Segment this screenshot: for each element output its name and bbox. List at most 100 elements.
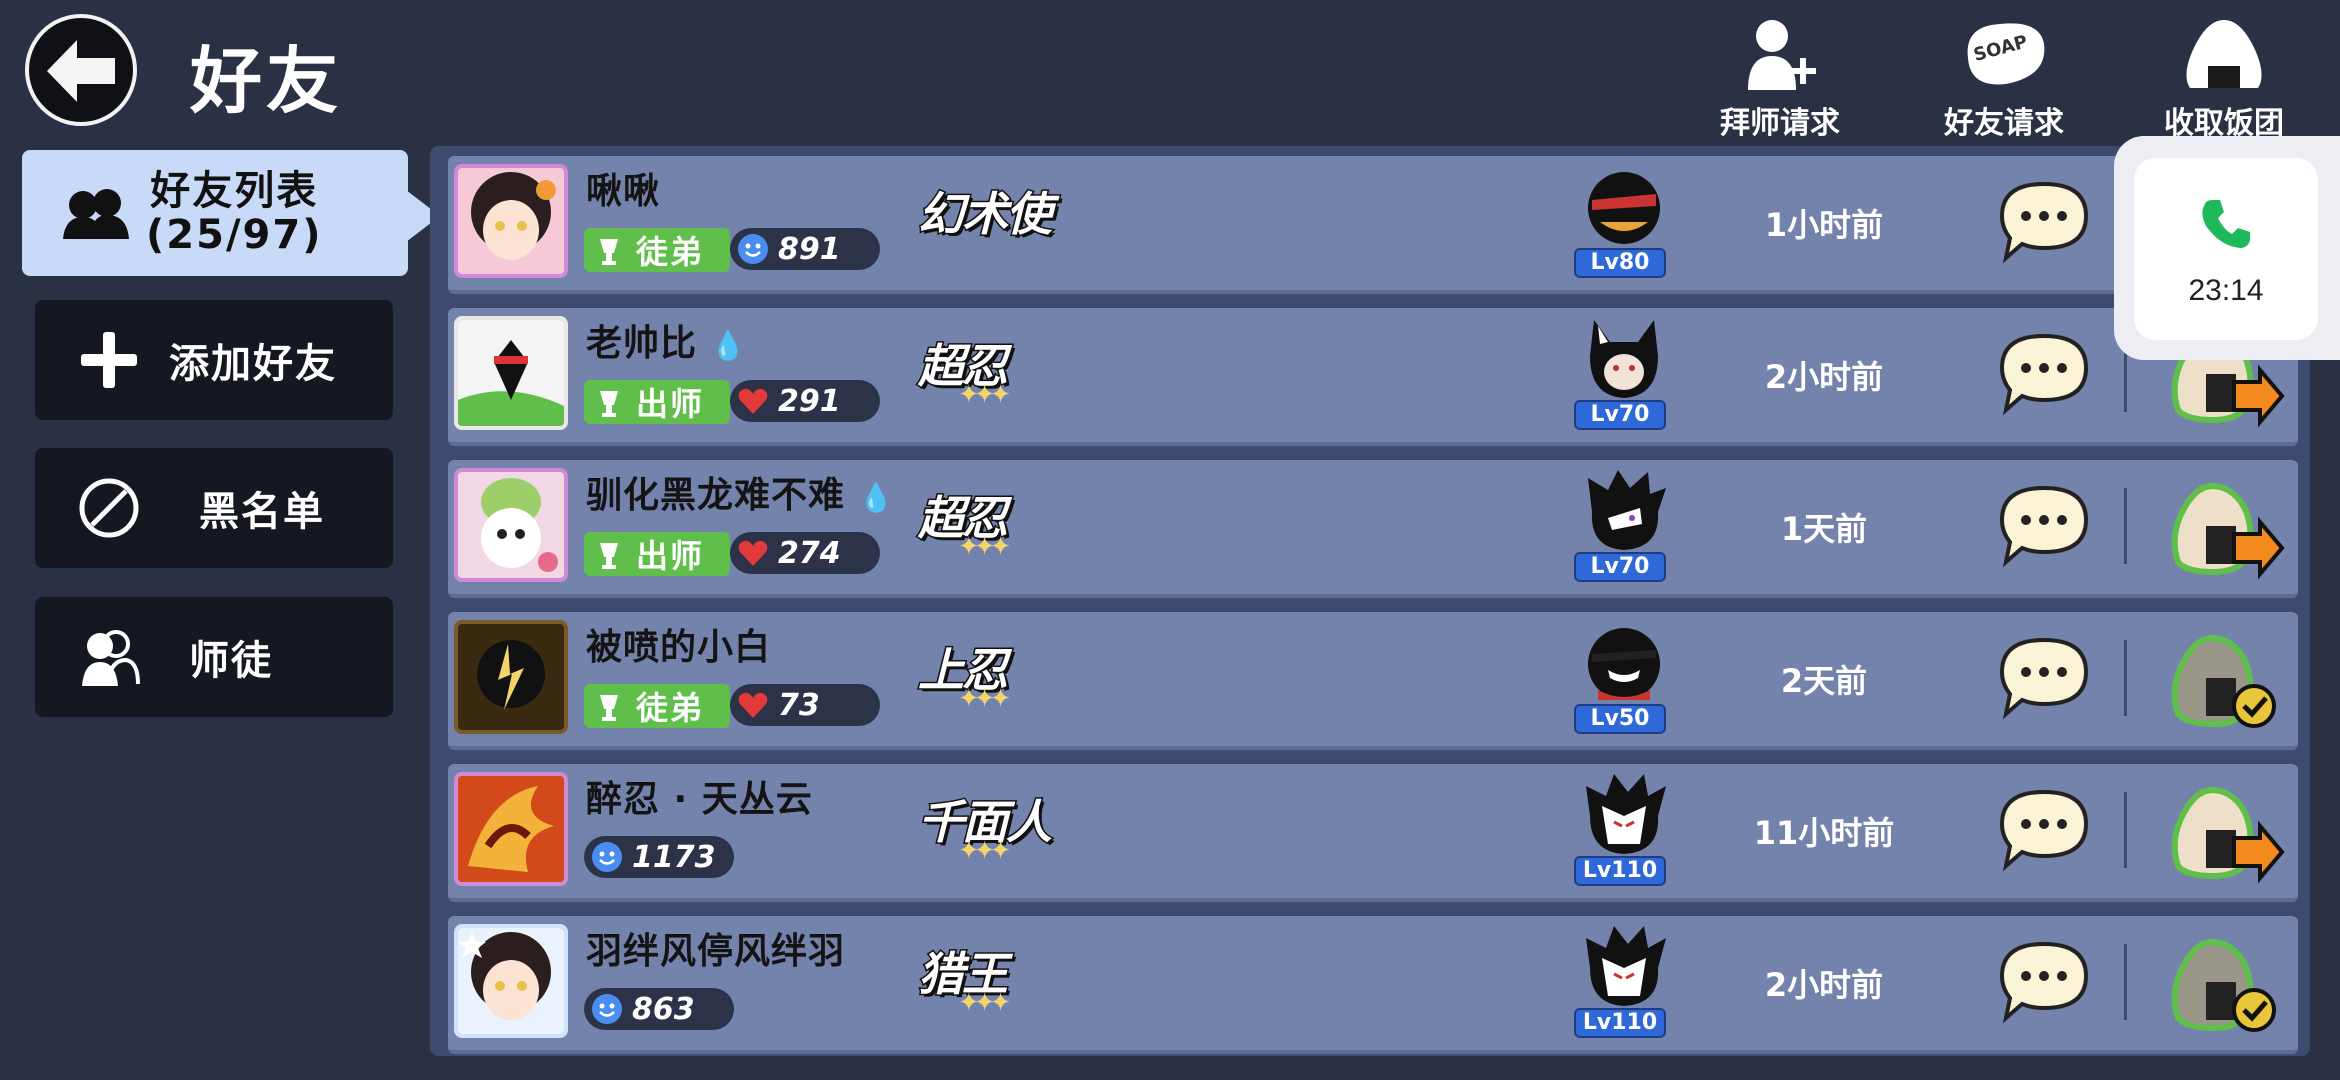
friend-name: 老帅比 💧 — [586, 323, 747, 364]
intimacy-stat: 1173 — [584, 836, 734, 878]
friend-row[interactable]: 老帅比 💧 出师 291 超忍 ✦✦✦ Lv70 2小时前 — [448, 308, 2298, 446]
friend-row[interactable]: 羽绊风停风绊羽 863 猎王 ✦✦✦ Lv110 2小时前 — [448, 916, 2298, 1054]
rice-ball-send-icon — [2171, 787, 2285, 884]
intimacy-stat: 891 — [730, 228, 880, 270]
mentor-tab-button[interactable]: 师徒 — [35, 597, 393, 717]
call-duration: 23:14 — [2188, 274, 2264, 307]
level-badge: Lv70 — [1574, 552, 1666, 582]
relation-label: 徒弟 — [636, 233, 705, 271]
row-divider — [2124, 792, 2127, 868]
chat-bubble-icon — [1999, 637, 2089, 720]
last-seen: 2小时前 — [1764, 358, 1884, 396]
stat-value: 1173 — [632, 839, 716, 875]
heart-stat: 73 — [730, 684, 880, 726]
call-card[interactable]: 23:14 — [2134, 158, 2318, 340]
relation-badge: 出师 — [584, 380, 730, 424]
friend-row[interactable]: 驯化黑龙难不难 💧 出师 274 超忍 ✦✦✦ Lv70 1天前 — [448, 460, 2298, 598]
rank-title: 千面人 ✦✦✦ — [917, 786, 1058, 876]
mentor-icon — [69, 617, 149, 697]
friend-request-button[interactable]: SOAP 好友请求 — [1904, 14, 2104, 141]
friend-avatar[interactable] — [454, 924, 568, 1038]
rank-title: 上忍 ✦✦✦ — [917, 634, 1058, 724]
blacklist-button[interactable]: 黑名单 — [35, 448, 393, 568]
chat-button[interactable] — [1996, 178, 2092, 264]
rank-stars: ✦✦✦ — [958, 380, 1011, 410]
ninja-avatar — [1578, 620, 1670, 704]
mentor-request-label: 拜师请求 — [1720, 106, 1840, 141]
mentor-tab-label: 师徒 — [189, 638, 273, 684]
send-rice-ball-button[interactable] — [2158, 776, 2286, 890]
cup-icon — [600, 391, 618, 417]
chat-bubble-icon — [1999, 941, 2089, 1024]
add-friend-button[interactable]: 添加好友 — [35, 300, 393, 420]
relation-label: 徒弟 — [636, 689, 705, 727]
rank-title: 超忍 ✦✦✦ — [917, 482, 1058, 572]
chat-button[interactable] — [1996, 938, 2092, 1024]
stat-value: 891 — [778, 231, 841, 267]
friend-row[interactable]: 醉忍 · 天丛云 1173 千面人 ✦✦✦ Lv110 11小时前 — [448, 764, 2298, 902]
rice-ball-sent-indicator — [2158, 624, 2286, 738]
last-seen: 1天前 — [1780, 510, 1868, 548]
chat-button[interactable] — [1996, 634, 2092, 720]
row-divider — [2124, 488, 2127, 564]
friend-avatar[interactable] — [454, 772, 568, 886]
chat-button[interactable] — [1996, 330, 2092, 416]
tab-friend-list[interactable]: 好友列表 (25/97) — [22, 150, 408, 276]
back-button[interactable] — [25, 14, 137, 126]
ninja-avatar — [1578, 772, 1670, 856]
friend-name: 醉忍 · 天丛云 — [586, 779, 813, 820]
collect-rice-ball-button[interactable]: 收取饭团 — [2124, 14, 2324, 141]
friend-request-icon: SOAP — [1954, 14, 2054, 94]
water-drop-icon: 💧 — [858, 481, 895, 514]
send-rice-ball-button[interactable] — [2158, 472, 2286, 586]
relation-label: 出师 — [636, 537, 705, 575]
row-divider — [2124, 640, 2127, 716]
rank-title: 幻术使 — [917, 178, 1058, 268]
friend-name: 啾啾 — [586, 171, 661, 212]
cup-icon — [600, 695, 618, 721]
friend-row[interactable]: 啾啾 徒弟 891 幻术使 Lv80 1小时前 — [448, 156, 2298, 294]
call-overlay[interactable]: 23:14 — [2114, 136, 2340, 360]
page-title: 好友 — [190, 39, 343, 123]
ninja-avatar — [1578, 164, 1670, 248]
stat-value: 274 — [778, 535, 841, 571]
add-friend-label: 添加好友 — [169, 341, 337, 387]
last-seen: 2天前 — [1780, 662, 1868, 700]
chat-bubble-icon — [1999, 181, 2089, 264]
ninja-avatar — [1578, 316, 1670, 400]
rice-ball-send-icon — [2171, 483, 2285, 580]
level-badge: Lv80 — [1574, 248, 1666, 278]
friend-avatar[interactable] — [454, 620, 568, 734]
cup-icon — [600, 239, 618, 265]
last-seen: 1小时前 — [1764, 206, 1884, 244]
chat-bubble-icon — [1999, 485, 2089, 568]
rice-ball-icon — [2174, 14, 2274, 94]
add-mentor-icon — [1730, 14, 1830, 94]
friend-row[interactable]: 被喷的小白 徒弟 73 上忍 ✦✦✦ Lv50 2天前 — [448, 612, 2298, 750]
chat-button[interactable] — [1996, 482, 2092, 568]
water-drop-icon: 💧 — [710, 329, 747, 362]
heart-icon — [738, 540, 768, 566]
level-badge: Lv70 — [1574, 400, 1666, 430]
rank-title: 超忍 ✦✦✦ — [917, 330, 1058, 420]
rice-ball-sent-indicator — [2158, 928, 2286, 1042]
chat-bubble-icon — [1999, 333, 2089, 416]
level-badge: Lv110 — [1574, 1008, 1666, 1038]
ninja-avatar — [1578, 924, 1670, 1008]
heart-icon — [738, 388, 768, 414]
heart-icon — [738, 692, 768, 718]
friend-avatar[interactable] — [454, 164, 568, 278]
friend-avatar[interactable] — [454, 468, 568, 582]
ninja-avatar — [1578, 468, 1670, 552]
relation-label: 出师 — [636, 385, 705, 423]
arrow-left-icon — [47, 40, 115, 102]
rank-stars: ✦✦✦ — [958, 684, 1011, 714]
mentor-request-button[interactable]: 拜师请求 — [1680, 14, 1880, 141]
chat-button[interactable] — [1996, 786, 2092, 872]
friends-group-icon — [56, 173, 136, 253]
last-seen: 2小时前 — [1764, 966, 1884, 1004]
heart-stat: 274 — [730, 532, 880, 574]
friend-avatar[interactable] — [454, 316, 568, 430]
friend-count: (25/97) — [146, 212, 323, 258]
relation-badge: 出师 — [584, 532, 730, 576]
